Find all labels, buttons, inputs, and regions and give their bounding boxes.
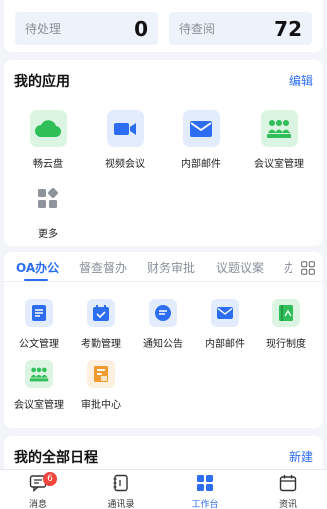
tab-supervision[interactable]: 督查督办 <box>79 259 127 276</box>
oa-item-label: 现行制度 <box>266 339 306 350</box>
stats-card: 待处理 0 待查阅 72 <box>4 0 323 52</box>
app-label: 畅云盘 <box>33 159 63 170</box>
tab-oa[interactable]: OA办公 <box>16 259 59 276</box>
nav-label: 消息 <box>28 500 47 509</box>
app-label: 内部邮件 <box>181 159 221 170</box>
oa-item-label: 公文管理 <box>19 339 59 350</box>
nav-workbench[interactable]: 工作台 <box>175 474 235 509</box>
pending-count: 0 <box>134 16 148 41</box>
nav-label: 通讯录 <box>107 500 135 509</box>
tab-topics[interactable]: 议题议案 <box>216 259 264 276</box>
unread-badge: 6 <box>43 472 57 486</box>
nav-label: 资讯 <box>278 500 297 509</box>
cloud-icon <box>29 110 67 147</box>
nav-news[interactable]: 资讯 <box>258 474 318 509</box>
edit-apps-button[interactable]: 编辑 <box>289 72 313 89</box>
to-read-count: 72 <box>274 16 302 41</box>
app-label: 视频会议 <box>105 159 145 170</box>
my-apps-title: 我的应用 <box>14 74 70 90</box>
pending-stat[interactable]: 待处理 0 <box>15 12 158 45</box>
tab-overflow[interactable]: 办 <box>284 259 292 276</box>
meeting-room-icon <box>25 360 53 388</box>
app-meeting-room[interactable]: 会议室管理 <box>243 110 315 170</box>
oa-item-label: 内部邮件 <box>205 339 245 350</box>
oa-item-label: 审批中心 <box>81 400 121 411</box>
app-video-meeting[interactable]: 视频会议 <box>89 110 161 170</box>
to-read-stat[interactable]: 待查阅 72 <box>169 12 312 45</box>
new-schedule-button[interactable]: 新建 <box>289 448 313 465</box>
calendar-check-icon <box>87 299 115 327</box>
my-apps-card: 我的应用 编辑 畅云盘 视频会议 内部邮件 会议室管理 更多 <box>4 60 323 246</box>
active-tab-indicator <box>24 279 48 281</box>
oa-card: OA办公 督查督办 财务审批 议题议案 办 公文管理 考勤管理 通知公告 内部邮… <box>4 252 323 428</box>
nav-label: 工作台 <box>191 500 219 509</box>
nav-contacts[interactable]: 通讯录 <box>91 474 151 509</box>
app-label: 更多 <box>38 229 58 240</box>
oa-item-mail[interactable]: 内部邮件 <box>194 299 256 350</box>
oa-item-label: 通知公告 <box>143 339 183 350</box>
oa-item-documents[interactable]: 公文管理 <box>8 299 70 350</box>
app-label: 会议室管理 <box>254 159 304 170</box>
category-tabs: OA办公 督查督办 财务审批 议题议案 办 <box>4 252 323 282</box>
mail-icon <box>211 299 239 327</box>
approval-icon <box>87 360 115 388</box>
app-internal-mail[interactable]: 内部邮件 <box>165 110 237 170</box>
chat-bubble-icon <box>149 299 177 327</box>
book-icon <box>272 299 300 327</box>
oa-item-label: 考勤管理 <box>81 339 121 350</box>
oa-item-meeting-room[interactable]: 会议室管理 <box>8 360 70 411</box>
bottom-nav: 6 消息 通讯录 工作台 资讯 <box>0 469 327 509</box>
oa-item-approval-center[interactable]: 审批中心 <box>70 360 132 411</box>
news-calendar-icon <box>279 475 297 492</box>
nav-messages[interactable]: 6 消息 <box>8 472 68 509</box>
mail-icon <box>182 110 220 147</box>
grid-menu-icon[interactable] <box>301 260 315 275</box>
document-icon <box>25 299 53 327</box>
workbench-icon <box>197 475 213 491</box>
pending-label: 待处理 <box>25 22 62 36</box>
oa-item-attendance[interactable]: 考勤管理 <box>70 299 132 350</box>
meeting-room-icon <box>260 110 298 147</box>
schedule-title: 我的全部日程 <box>14 450 98 466</box>
oa-item-label: 会议室管理 <box>14 400 64 411</box>
oa-item-regulations[interactable]: 现行制度 <box>255 299 317 350</box>
app-more[interactable]: 更多 <box>12 180 84 240</box>
more-apps-icon <box>30 180 67 217</box>
to-read-label: 待查阅 <box>179 22 216 36</box>
oa-item-notices[interactable]: 通知公告 <box>132 299 194 350</box>
video-camera-icon <box>106 110 144 147</box>
app-cloud-drive[interactable]: 畅云盘 <box>12 110 84 170</box>
tab-finance-approval[interactable]: 财务审批 <box>147 259 195 276</box>
contacts-icon <box>113 474 128 492</box>
